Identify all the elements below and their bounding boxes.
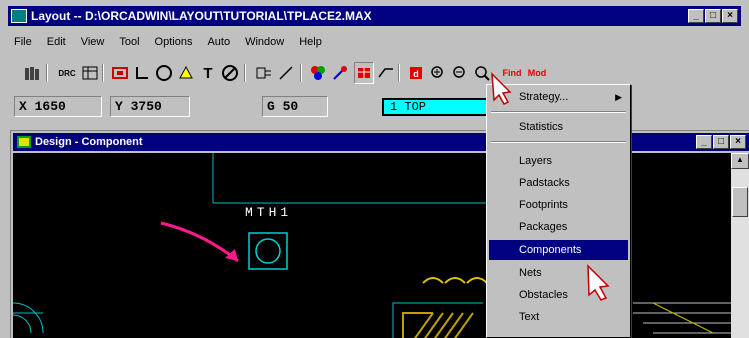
menu-item-footprints[interactable]: Footprints — [489, 195, 628, 215]
connection-tool-icon[interactable] — [254, 62, 274, 84]
menu-item-strategy[interactable]: Strategy... ▶ — [489, 87, 628, 107]
zoom-in-icon[interactable] — [428, 62, 448, 84]
drc-button[interactable]: DRC — [56, 62, 78, 84]
dimension-icon[interactable] — [132, 62, 152, 84]
menu-item-strategy-label: Strategy... — [519, 91, 569, 103]
submenu-arrow-icon: ▶ — [615, 92, 622, 102]
vertical-scrollbar[interactable]: ▲ — [731, 153, 749, 338]
app-window: Layout -- D:\ORCADWIN\LAYOUT\TUTORIAL\TP… — [0, 0, 749, 338]
x-value: 1650 — [34, 99, 66, 114]
edit-segment-icon[interactable] — [276, 62, 296, 84]
menu-item-statistics[interactable]: Statistics — [489, 117, 628, 137]
scroll-up-button[interactable]: ▲ — [731, 153, 749, 169]
g-label: G — [267, 99, 275, 114]
x-coordinate-field: X 1650 — [14, 96, 102, 117]
design-close-button[interactable]: × — [730, 135, 746, 149]
app-icon[interactable] — [11, 9, 27, 23]
grid-field: G 50 — [262, 96, 328, 117]
menu-file[interactable]: File — [14, 36, 32, 52]
menu-item-text[interactable]: Text — [489, 307, 628, 327]
menu-options[interactable]: Options — [155, 36, 193, 52]
layer-selector[interactable]: 1 TOP — [382, 98, 492, 116]
spreadsheet-icon[interactable] — [80, 62, 100, 84]
menu-item-packages[interactable]: Packages — [489, 217, 628, 237]
menu-help[interactable]: Help — [299, 36, 322, 52]
design-title-bar: Design - Component _ □ × — [13, 133, 749, 151]
menu-item-components[interactable]: Components — [489, 240, 628, 260]
mod-button[interactable]: Mod — [526, 62, 548, 84]
design-minimize-button[interactable]: _ — [696, 135, 712, 149]
minimize-button[interactable]: _ — [688, 9, 704, 23]
color-icon[interactable] — [308, 62, 328, 84]
pin-tool-icon[interactable] — [154, 62, 174, 84]
zoom-all-icon[interactable] — [472, 62, 492, 84]
scroll-thumb[interactable] — [732, 187, 748, 217]
svg-text:d: d — [413, 69, 419, 79]
menu-view[interactable]: View — [81, 36, 105, 52]
obstacle-tool-icon[interactable] — [176, 62, 196, 84]
title-bar: Layout -- D:\ORCADWIN\LAYOUT\TUTORIAL\TP… — [8, 6, 741, 26]
reconnect-icon[interactable] — [330, 62, 350, 84]
design-window-title: Design - Component — [35, 136, 143, 148]
design-window: Design - Component _ □ × MTH1 ▲ — [10, 130, 749, 338]
error-tool-icon[interactable] — [220, 62, 240, 84]
y-label: Y — [115, 99, 123, 114]
online-drc-icon[interactable]: d — [406, 62, 426, 84]
close-button[interactable]: × — [722, 9, 738, 23]
x-label: X — [19, 99, 27, 114]
menu-tool[interactable]: Tool — [119, 36, 139, 52]
design-maximize-button[interactable]: □ — [713, 135, 729, 149]
find-button[interactable]: Find — [500, 62, 524, 84]
library-icon[interactable] — [22, 62, 42, 84]
menu-window[interactable]: Window — [245, 36, 284, 52]
spreadsheet-button-icon[interactable] — [354, 62, 374, 84]
autoroute-icon[interactable] — [376, 62, 396, 84]
menu-item-padstacks[interactable]: Padstacks — [489, 173, 628, 193]
y-value: 3750 — [130, 99, 162, 114]
menu-auto[interactable]: Auto — [207, 36, 230, 52]
maximize-button[interactable]: □ — [705, 9, 721, 23]
zoom-out-icon[interactable] — [450, 62, 470, 84]
component-tool-icon[interactable] — [110, 62, 130, 84]
menu-edit[interactable]: Edit — [47, 36, 66, 52]
g-value: 50 — [282, 99, 299, 114]
component-label: MTH1 — [245, 205, 293, 220]
menu-item-nets[interactable]: Nets — [489, 263, 628, 283]
menu-bar: File Edit View Tool Options Auto Window … — [14, 36, 322, 52]
text-tool-button[interactable]: T — [198, 62, 218, 84]
menu-item-obstacles[interactable]: Obstacles — [489, 285, 628, 305]
toolbar: DRC T d Find Mod — [22, 62, 738, 84]
tool-dropdown-menu: Strategy... ▶ Statistics Layers Padstacks… — [486, 84, 631, 338]
window-title: Layout -- D:\ORCADWIN\LAYOUT\TUTORIAL\TP… — [31, 9, 372, 23]
design-window-icon — [17, 136, 31, 148]
menu-item-layers[interactable]: Layers — [489, 151, 628, 171]
y-coordinate-field: Y 3750 — [110, 96, 190, 117]
